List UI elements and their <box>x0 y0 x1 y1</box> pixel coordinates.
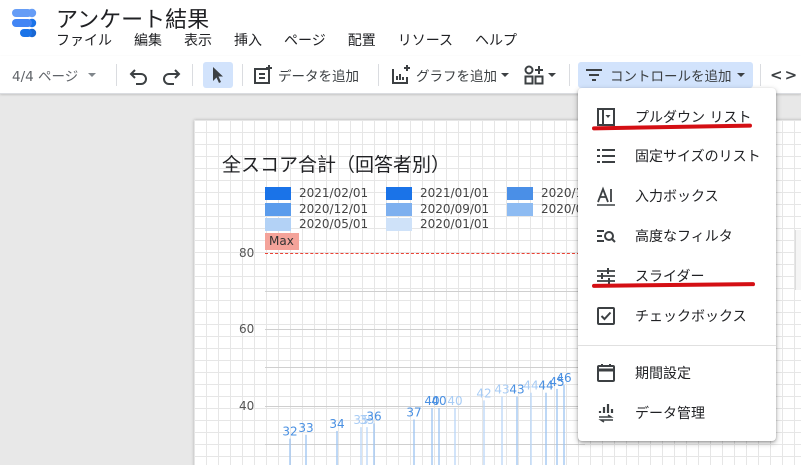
calendar-icon <box>597 364 615 382</box>
bar-data-label: 44 <box>523 379 538 393</box>
right-panel-edge <box>795 230 801 290</box>
menu-item-dropdown-list[interactable]: プルダウン リスト <box>578 97 776 137</box>
menu-item-input-box[interactable]: 入力ボックス <box>578 176 776 216</box>
fixed-list-icon <box>597 149 615 163</box>
bar-data-label: 36 <box>366 409 381 423</box>
bar-data-label: 46 <box>556 371 571 385</box>
add-control-dropdown: プルダウン リスト 固定サイズのリスト 入力ボックス 高度なフィルタ スライダー… <box>578 88 776 441</box>
bar-data-label: 40 <box>431 394 446 408</box>
menu-item-fixed-list[interactable]: 固定サイズのリスト <box>578 136 776 176</box>
bar-data-label: 32 <box>282 425 297 439</box>
advanced-filter-icon <box>597 230 616 243</box>
menu-item-data-control[interactable]: データ管理 <box>578 393 776 433</box>
menu-item-checkbox[interactable]: チェックボックス <box>578 296 776 336</box>
menu-item-label: 入力ボックス <box>635 189 719 205</box>
menu-item-label: 期間設定 <box>635 366 691 382</box>
bar-data-label: 34 <box>329 417 344 431</box>
menu-divider <box>578 345 776 346</box>
data-control-icon <box>598 404 614 423</box>
menu-item-date-range[interactable]: 期間設定 <box>578 353 776 393</box>
bar-data-label: 43 <box>494 383 509 397</box>
menu-item-label: データ管理 <box>635 406 705 422</box>
bar-data-label: 37 <box>406 405 421 419</box>
input-box-icon <box>597 186 615 206</box>
menu-item-advanced-filter[interactable]: 高度なフィルタ <box>578 216 776 256</box>
menu-item-label: チェックボックス <box>635 309 747 325</box>
bar-data-label: 33 <box>298 421 313 435</box>
dropdown-list-icon <box>597 108 615 126</box>
bar-data-label: 43 <box>509 383 524 397</box>
bar-data-label: 42 <box>476 386 491 400</box>
menu-item-label: 高度なフィルタ <box>635 229 733 245</box>
bar-data-label: 40 <box>447 394 462 408</box>
menu-item-slider[interactable]: スライダー <box>578 256 776 296</box>
checkbox-icon <box>597 307 615 325</box>
menu-item-label: 固定サイズのリスト <box>635 149 761 165</box>
